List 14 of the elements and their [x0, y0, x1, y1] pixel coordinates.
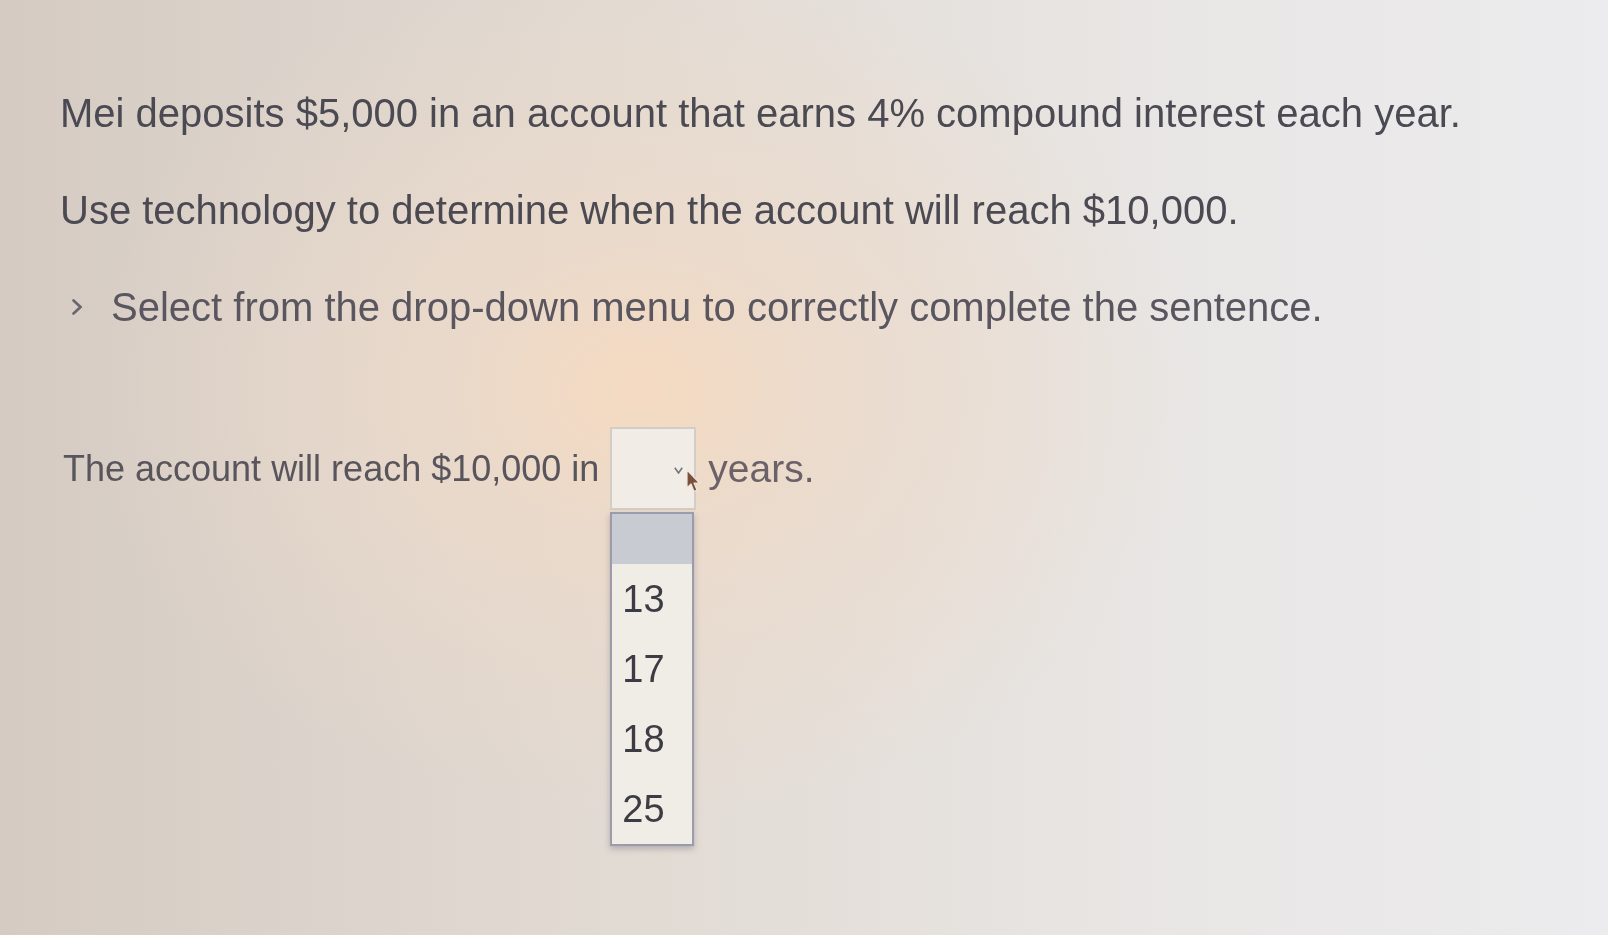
chevron-right-icon — [72, 299, 82, 315]
dropdown-option[interactable]: 25 — [612, 774, 693, 844]
dropdown-option[interactable]: 13 — [612, 564, 693, 634]
dropdown-option[interactable] — [612, 514, 693, 564]
dropdown-select[interactable] — [610, 427, 697, 510]
question-text: Mei deposits $5,000 in an account that earns 4% compound interest each year. — [60, 93, 1461, 133]
instruction-text: Select from the drop-down menu to correctly complete the sentence. — [111, 287, 1323, 327]
caret-down-icon — [674, 467, 684, 474]
dropdown-option[interactable]: 18 — [612, 704, 693, 774]
mouse-pointer-icon — [686, 469, 702, 493]
dropdown-option[interactable]: 17 — [612, 634, 693, 704]
sentence-text: The account will reach $10,000 in — [63, 447, 600, 490]
sentence-text: years. — [708, 447, 815, 490]
question-text: Use technology to determine when the account will reach $10,000. — [60, 190, 1239, 230]
